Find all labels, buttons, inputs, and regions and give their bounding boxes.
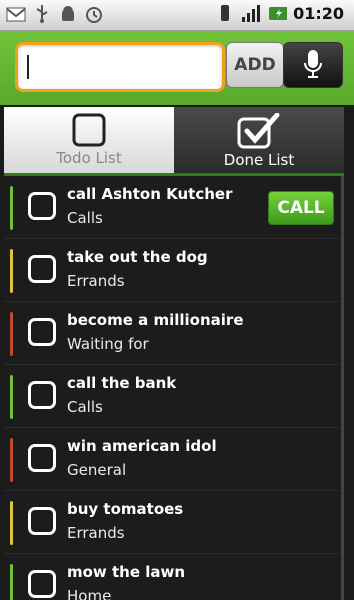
gmail-icon (6, 4, 26, 24)
task-category: Calls (67, 398, 103, 416)
task-title: call the bank (67, 374, 177, 392)
microphone-icon (304, 50, 322, 78)
tab-label: Todo List (56, 149, 122, 167)
task-checkbox[interactable] (28, 255, 56, 283)
checked-checkbox-icon (237, 113, 280, 149)
add-button[interactable]: ADD (226, 42, 284, 88)
clock-time: 01:20 (293, 3, 344, 23)
list-item[interactable]: buy tomatoes Errands (4, 491, 344, 554)
task-checkbox[interactable] (28, 318, 56, 346)
task-title: buy tomatoes (67, 500, 184, 518)
call-button[interactable]: CALL (268, 191, 334, 225)
vibrate-icon (215, 3, 235, 23)
task-category: Errands (67, 524, 125, 542)
list-item[interactable]: become a millionaire Waiting for (4, 302, 344, 365)
tab-todo-list[interactable]: Todo List (4, 107, 174, 173)
tab-label: Done List (223, 151, 295, 169)
task-checkbox[interactable] (28, 381, 56, 409)
task-checkbox[interactable] (28, 507, 56, 535)
list-item[interactable]: mow the lawn Home (4, 554, 344, 600)
task-title: call Ashton Kutcher (67, 185, 233, 203)
alarm-clock-icon (84, 4, 104, 24)
task-title: win american idol (67, 437, 217, 455)
status-bar: 01:20 (0, 0, 354, 31)
task-title: become a millionaire (67, 311, 244, 329)
scrollbar[interactable] (341, 176, 344, 600)
list-tabs: Todo List Done List (4, 107, 344, 176)
list-item[interactable]: win american idol General (4, 428, 344, 491)
category-color-bar (10, 375, 13, 419)
list-item[interactable]: call the bank Calls (4, 365, 344, 428)
task-title: take out the dog (67, 248, 208, 266)
task-checkbox[interactable] (28, 192, 56, 220)
task-category: General (67, 461, 127, 479)
todo-list: call Ashton Kutcher Calls CALL take out … (4, 176, 344, 600)
category-color-bar (10, 501, 13, 545)
battery-charging-icon (267, 3, 288, 23)
task-title: mow the lawn (67, 563, 186, 581)
category-color-bar (10, 312, 13, 356)
list-item[interactable]: take out the dog Errands (4, 239, 344, 302)
category-color-bar (10, 438, 13, 482)
category-color-bar (10, 564, 13, 600)
task-checkbox[interactable] (28, 570, 56, 598)
task-category: Errands (67, 272, 125, 290)
text-caret (27, 55, 29, 79)
task-category: Waiting for (67, 335, 149, 353)
tab-done-list[interactable]: Done List (174, 107, 344, 173)
usb-icon (32, 4, 52, 24)
task-category: Calls (67, 209, 103, 227)
list-item[interactable]: call Ashton Kutcher Calls CALL (4, 176, 344, 239)
category-color-bar (10, 249, 13, 293)
task-input[interactable] (15, 42, 225, 92)
empty-checkbox-icon (72, 113, 106, 147)
category-color-bar (10, 186, 13, 230)
task-category: Home (67, 587, 112, 600)
task-checkbox[interactable] (28, 444, 56, 472)
voice-input-button[interactable] (283, 42, 343, 88)
android-debug-icon (58, 4, 78, 24)
signal-icon (241, 3, 261, 23)
